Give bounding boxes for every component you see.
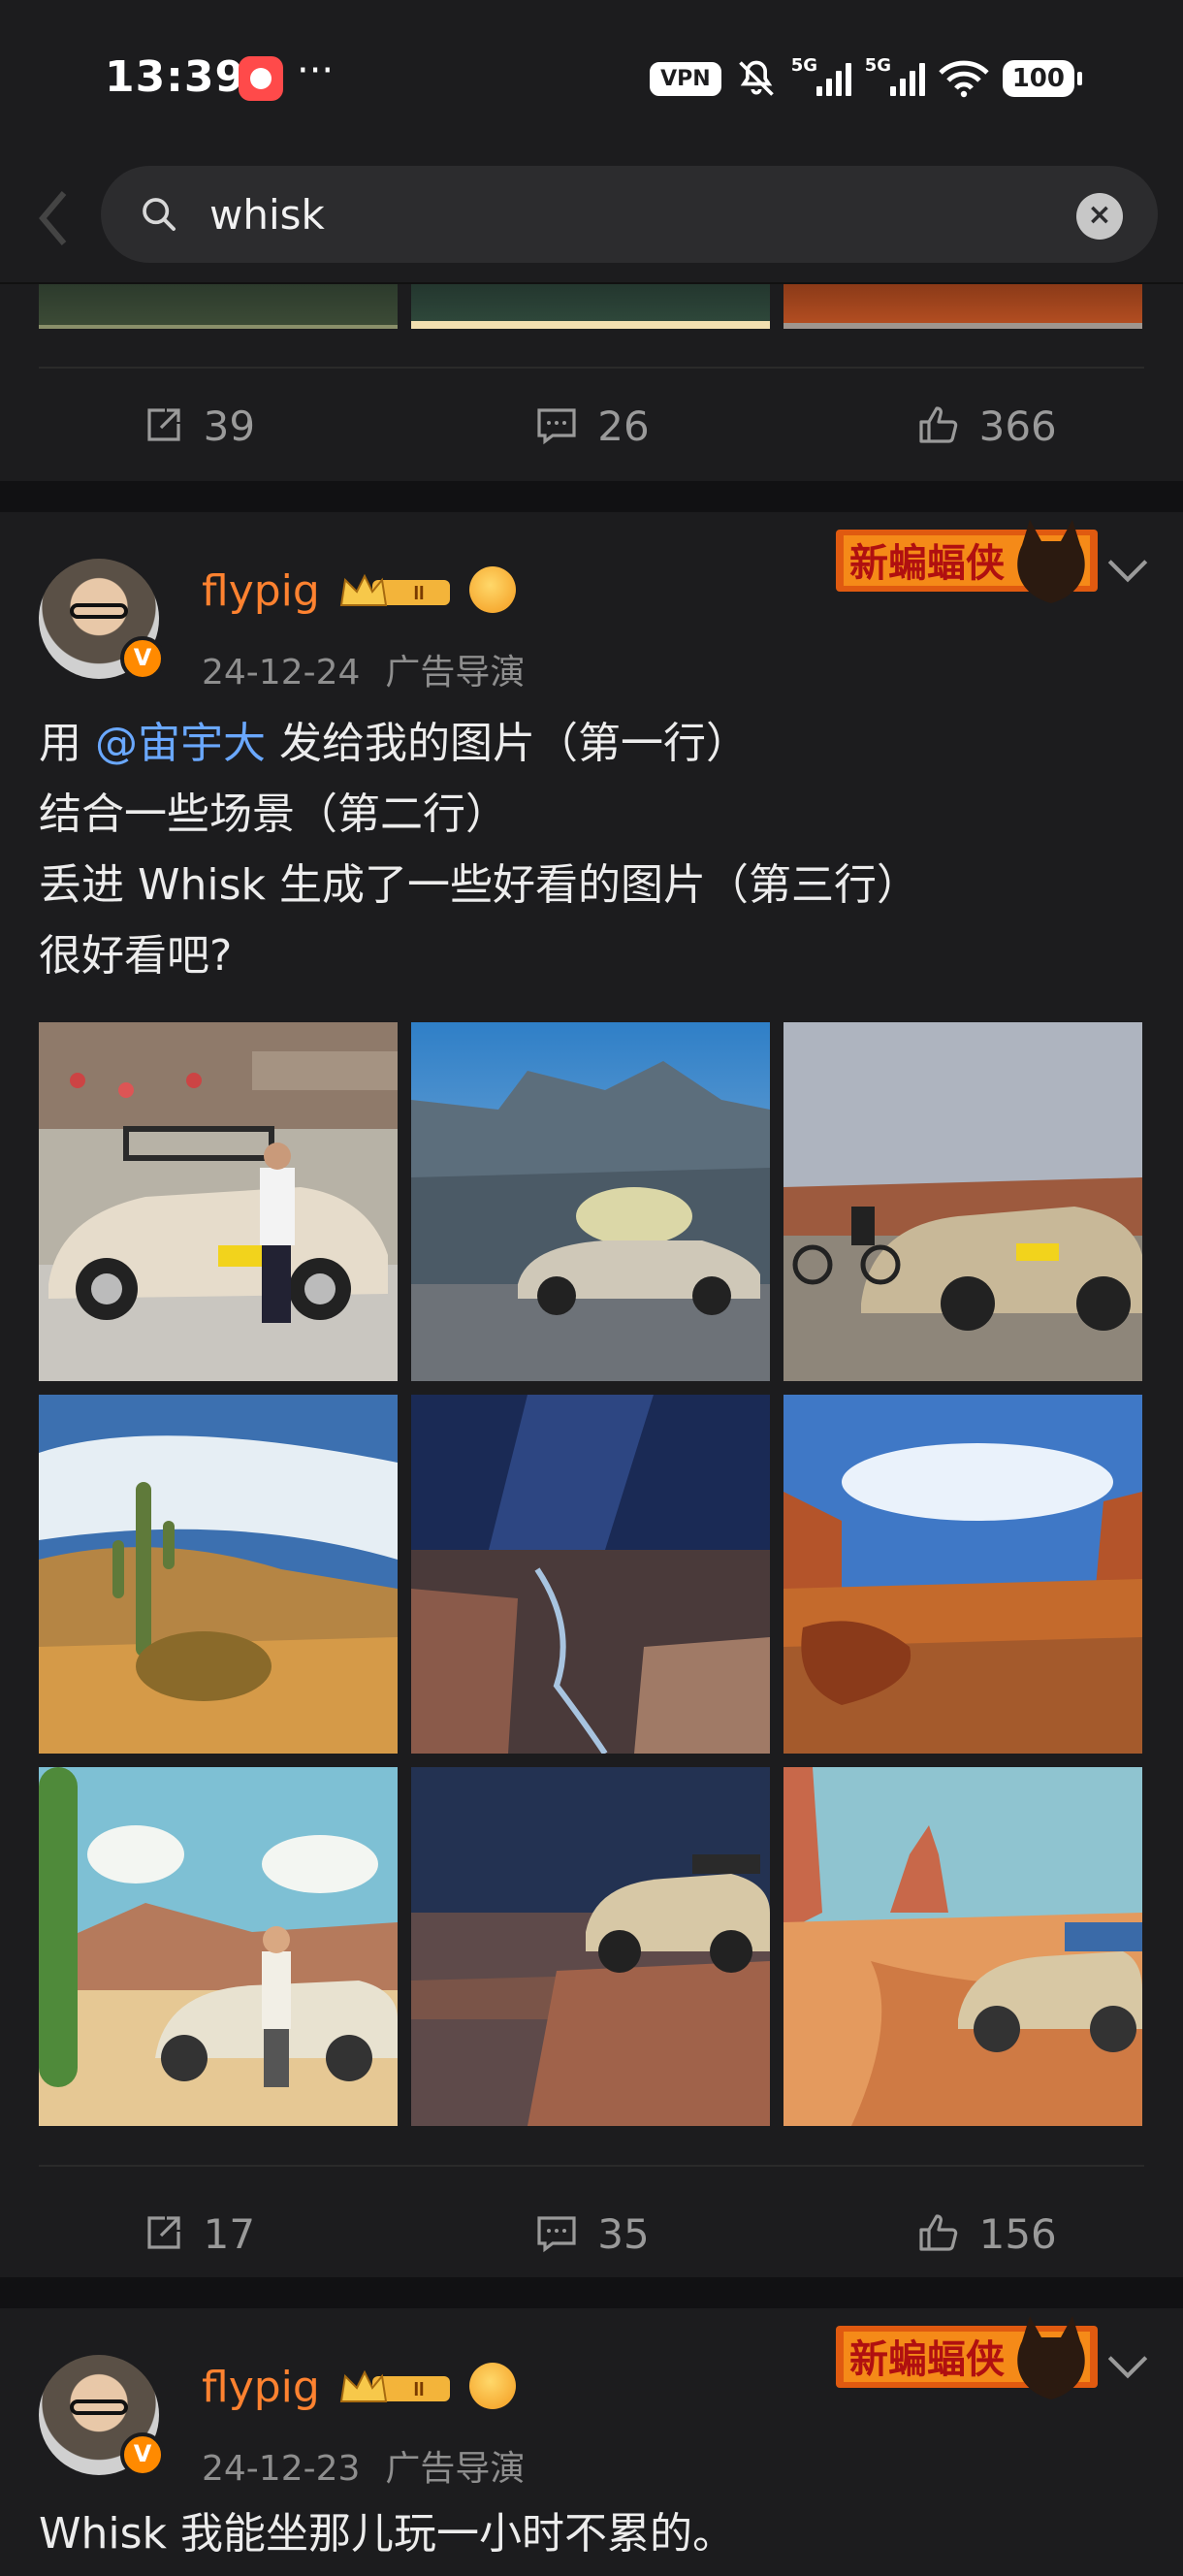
post-image[interactable]: [783, 1395, 1142, 1754]
feed-post: V flypig II 24-12-24 广告导演 新蝙蝠侠 用 @宙宇大 发给我…: [0, 512, 1183, 2277]
post-image[interactable]: [783, 1022, 1142, 1381]
mute-bell-icon: [738, 60, 774, 96]
chevron-down-icon[interactable]: [1103, 2341, 1152, 2390]
post-source: 广告导演: [385, 2449, 526, 2489]
like-button[interactable]: 156: [788, 2180, 1183, 2287]
verified-badge-icon: V: [120, 636, 165, 681]
batman-promo-banner[interactable]: 新蝙蝠侠: [836, 516, 1098, 605]
post-image[interactable]: [411, 1767, 770, 2126]
post-image[interactable]: [39, 1767, 398, 2126]
status-bar: 13:39 ··· VPN 5G 5G 100: [0, 0, 1183, 160]
post-date: 24-12-24: [202, 653, 361, 692]
chevron-left-icon: [39, 191, 67, 245]
level-label: II: [413, 583, 424, 604]
share-icon: [147, 408, 180, 441]
post-text: 用 @宙宇大 发给我的图片（第一行） 结合一些场景（第二行） 丢进 Whisk …: [39, 719, 919, 981]
post-meta: 24-12-24 广告导演: [202, 644, 525, 694]
notification-app-icon: [239, 56, 283, 101]
post-text: Whisk 我能坐那儿玩一小时不累的。: [39, 2509, 736, 2559]
post-source: 广告导演: [385, 653, 526, 692]
signal-icon: 5G: [791, 55, 851, 96]
signal-icon: 5G: [865, 55, 925, 96]
post-image[interactable]: [411, 284, 770, 329]
clear-search-button[interactable]: ×: [1076, 193, 1123, 240]
search-query: whisk: [209, 191, 325, 239]
batman-promo-banner[interactable]: 新蝙蝠侠: [836, 2312, 1098, 2401]
post-image[interactable]: [411, 1395, 770, 1754]
previous-post-actions: 39 26 366: [0, 372, 1183, 479]
chevron-down-icon[interactable]: [1103, 545, 1152, 594]
emoji-badge-icon: [469, 2363, 516, 2409]
search-input[interactable]: whisk ×: [101, 166, 1158, 263]
username[interactable]: flypig: [202, 566, 320, 616]
status-time: 13:39: [105, 52, 246, 102]
search-icon: [143, 198, 176, 231]
post-image[interactable]: [39, 1395, 398, 1754]
post-actions: 17 35 156: [0, 2180, 1183, 2287]
vpn-icon: VPN: [650, 61, 721, 96]
comment-button[interactable]: 26: [395, 372, 789, 479]
level-label: II: [413, 2379, 424, 2400]
feed-separator: [0, 2277, 1183, 2308]
thumbs-up-icon: [918, 2214, 957, 2251]
like-button[interactable]: 366: [788, 372, 1183, 479]
comment-button[interactable]: 35: [395, 2180, 789, 2287]
crown-level-badge-icon: II: [339, 573, 450, 606]
mention-link[interactable]: @宙宇大: [95, 719, 266, 768]
repost-button[interactable]: 17: [0, 2180, 395, 2287]
thumbs-up-icon: [918, 406, 957, 443]
emoji-badge-icon: [469, 566, 516, 613]
divider: [39, 2165, 1144, 2167]
verified-badge-icon: V: [120, 2432, 165, 2477]
divider: [39, 367, 1144, 369]
post-image[interactable]: [783, 284, 1142, 329]
post-image[interactable]: [411, 1022, 770, 1381]
post-date: 24-12-23: [202, 2449, 361, 2489]
promo-text: 新蝙蝠侠: [849, 541, 1006, 586]
promo-text: 新蝙蝠侠: [849, 2337, 1006, 2382]
battery-icon: 100: [1002, 60, 1083, 97]
feed-post: V flypig II 24-12-23 广告导演 新蝙蝠侠 Whisk 我能坐那…: [0, 2308, 1183, 2576]
repost-button[interactable]: 39: [0, 372, 395, 479]
status-icons: VPN 5G 5G 100: [650, 54, 1083, 103]
crown-level-badge-icon: II: [339, 2369, 450, 2402]
post-image-grid: [39, 1022, 1144, 2128]
more-notifications-icon: ···: [297, 48, 335, 93]
comment-icon: [537, 2216, 576, 2253]
search-header: whisk ×: [0, 160, 1183, 284]
previous-post-images: [39, 284, 1144, 329]
comment-icon: [537, 408, 576, 445]
username[interactable]: flypig: [202, 2363, 320, 2412]
post-meta: 24-12-23 广告导演: [202, 2440, 525, 2491]
feed-separator: [0, 481, 1183, 512]
post-image[interactable]: [39, 1022, 398, 1381]
post-image[interactable]: [783, 1767, 1142, 2126]
post-image[interactable]: [39, 284, 398, 329]
wifi-icon: [939, 60, 989, 98]
back-button[interactable]: [29, 179, 78, 257]
share-icon: [147, 2216, 180, 2249]
